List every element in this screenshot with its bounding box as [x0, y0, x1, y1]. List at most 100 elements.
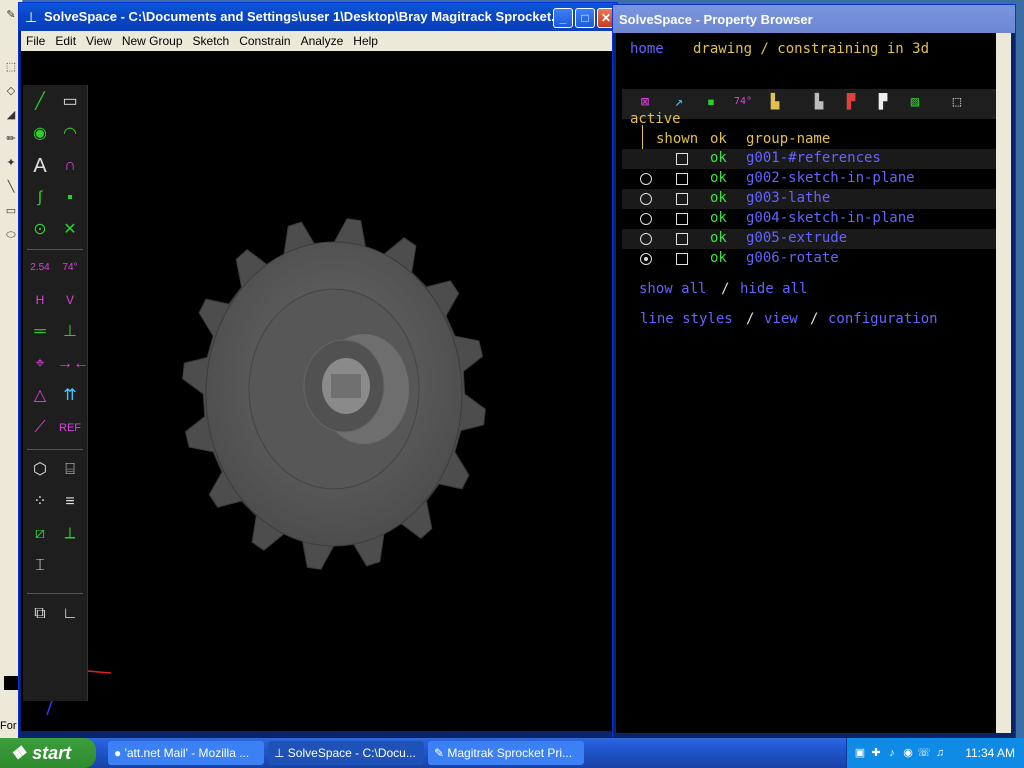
nearest-iso-view-icon[interactable]: ⧉ [27, 601, 53, 627]
menu-sketch[interactable]: Sketch [188, 31, 235, 51]
home-link[interactable]: home [630, 41, 664, 57]
activate-group-radio[interactable] [640, 213, 652, 225]
menu-view[interactable]: View [81, 31, 117, 51]
show-normals-icon[interactable]: ↗ [668, 91, 690, 113]
group-ok-status: ok [710, 190, 727, 206]
configuration-link[interactable]: configuration [828, 311, 938, 327]
show-workplanes-icon[interactable]: ⊠ [634, 91, 656, 113]
shown-checkbox[interactable] [676, 153, 688, 165]
group-name-link[interactable]: g006-rotate [746, 250, 839, 266]
sketch-3d-icon[interactable]: ⟂ [57, 521, 83, 547]
circle-tool-icon[interactable]: ◉ [27, 121, 53, 147]
split-curves-icon[interactable]: ✕ [57, 217, 83, 243]
import-group-icon[interactable]: ⌶ [27, 553, 53, 579]
vertical-constraint-icon[interactable]: V [57, 287, 83, 313]
midpoint-constraint-icon[interactable]: →← [57, 351, 89, 377]
group-name-link[interactable]: g005-extrude [746, 230, 847, 246]
taskbar-item-magitrak[interactable]: ✎ Magitrak Sprocket Pri... [428, 741, 584, 765]
reference-constraint-icon[interactable]: REF [57, 415, 83, 441]
same-orientation-icon[interactable]: ⇈ [57, 383, 83, 409]
spline-tool-icon[interactable]: ∫ [27, 185, 53, 211]
group-name-link[interactable]: g003-lathe [746, 190, 830, 206]
separator: / [746, 311, 755, 327]
activate-group-radio[interactable] [640, 173, 652, 185]
view-link[interactable]: view [764, 311, 798, 327]
perpendicular-constraint-icon[interactable]: ⊥ [57, 319, 83, 345]
show-all-link[interactable]: show all [639, 281, 706, 297]
extrude-group-icon[interactable]: ⬡ [27, 457, 53, 483]
symmetric-constraint-icon[interactable]: △ [27, 383, 53, 409]
solvespace-main-window: ⊥ SolveSpace - C:\Documents and Settings… [18, 2, 618, 739]
taskbar-item-label: 'att.net Mail' - Mozilla ... [124, 746, 250, 760]
shown-checkbox[interactable] [676, 213, 688, 225]
active-column-label: active [630, 111, 681, 127]
minimize-button[interactable]: _ [553, 8, 573, 28]
property-browser-title-bar[interactable]: SolveSpace - Property Browser [613, 5, 1015, 33]
menu-file[interactable]: File [21, 31, 50, 51]
volume-icon[interactable]: ♪ [885, 746, 899, 760]
update-icon[interactable]: ◉ [901, 746, 915, 760]
connection-icon[interactable]: ☏ [917, 746, 931, 760]
sound-icon[interactable]: ♫ [933, 746, 947, 760]
show-faces-icon[interactable]: ▙ [764, 91, 786, 113]
arc-tool-icon[interactable]: ◠ [57, 121, 83, 147]
shown-checkbox[interactable] [676, 173, 688, 185]
main-title-bar[interactable]: ⊥ SolveSpace - C:\Documents and Settings… [19, 3, 617, 31]
security-icon[interactable]: ✚ [869, 746, 883, 760]
angle-dimension-icon[interactable]: 74° [57, 255, 83, 281]
rectangle-tool-icon[interactable]: ▭ [57, 89, 83, 115]
sprocket-bore [331, 374, 361, 398]
bg-ellipse-icon: ⬭ [6, 229, 16, 241]
show-shaded-icon[interactable]: ▙ [808, 91, 830, 113]
show-points-icon[interactable]: ▪ [700, 91, 722, 113]
menu-new-group[interactable]: New Group [117, 31, 188, 51]
property-browser-content: home drawing / constraining in 3d ⊠ ↗ ▪ … [616, 33, 996, 733]
datum-point-icon[interactable]: ⊙ [27, 217, 53, 243]
show-outlines-icon[interactable]: ▛ [872, 91, 894, 113]
show-mesh-icon[interactable]: ▨ [904, 91, 926, 113]
horizontal-constraint-icon[interactable]: H [27, 287, 53, 313]
bg-fill-icon: ◢ [6, 109, 16, 121]
point-tool-icon[interactable]: ▪ [57, 185, 83, 211]
property-browser-scrollbar[interactable] [996, 33, 1011, 733]
activate-group-radio[interactable] [640, 253, 652, 265]
text-tool-icon[interactable]: A [27, 153, 53, 179]
line-styles-link[interactable]: line styles [640, 311, 733, 327]
shown-checkbox[interactable] [676, 253, 688, 265]
group-name-link[interactable]: g002-sketch-in-plane [746, 170, 915, 186]
shown-checkbox[interactable] [676, 233, 688, 245]
menu-constrain[interactable]: Constrain [234, 31, 295, 51]
show-constraints-icon[interactable]: 74° [732, 91, 754, 113]
activate-group-radio[interactable] [640, 233, 652, 245]
hide-all-link[interactable]: hide all [740, 281, 807, 297]
group-name-link[interactable]: g001-#references [746, 150, 881, 166]
menu-bar: File Edit View New Group Sketch Constrain Anal… [21, 31, 615, 51]
menu-help[interactable]: Help [348, 31, 383, 51]
lathe-group-icon[interactable]: ⌸ [57, 457, 83, 483]
menu-analyze[interactable]: Analyze [296, 31, 349, 51]
line-tool-icon[interactable]: ╱ [27, 89, 53, 115]
activate-group-radio[interactable] [640, 193, 652, 205]
3d-viewport[interactable]: ╱ ▭ ◉ ◠ A ∩ ∫ ▪ ⊙ ✕ 2.54 74° H V ═ ⊥ ⌖ →… [21, 51, 612, 731]
tangent-arc-icon[interactable]: ∩ [57, 153, 83, 179]
header-group-name: group-name [746, 131, 831, 147]
taskbar-item-solvespace[interactable]: ⊥ SolveSpace - C:\Docu... [268, 741, 424, 765]
shown-checkbox[interactable] [676, 193, 688, 205]
group-name-link[interactable]: g004-sketch-in-plane [746, 210, 915, 226]
distance-dimension-icon[interactable]: 2.54 [27, 255, 53, 281]
on-point-constraint-icon[interactable]: ⌖ [27, 351, 53, 377]
taskbar-item-mozilla[interactable]: ● 'att.net Mail' - Mozilla ... [108, 741, 264, 765]
network-icon[interactable]: ▣ [853, 746, 867, 760]
start-button[interactable]: ❖ start [0, 738, 96, 768]
show-edges-icon[interactable]: ▛ [840, 91, 862, 113]
step-rotate-icon[interactable]: ⁘ [27, 489, 53, 515]
step-translate-icon[interactable]: ≡ [57, 489, 83, 515]
other-supplementary-icon[interactable]: ⟋ [27, 415, 53, 441]
bg-spray-icon: ✦ [6, 157, 16, 169]
parallel-constraint-icon[interactable]: ═ [27, 319, 53, 345]
nearest-ortho-view-icon[interactable]: ∟ [57, 601, 83, 627]
workplane-group-icon[interactable]: ⧄ [27, 521, 53, 547]
maximize-button[interactable]: □ [575, 8, 595, 28]
show-hidden-lines-icon[interactable]: ⬚ [946, 91, 968, 113]
menu-edit[interactable]: Edit [50, 31, 81, 51]
